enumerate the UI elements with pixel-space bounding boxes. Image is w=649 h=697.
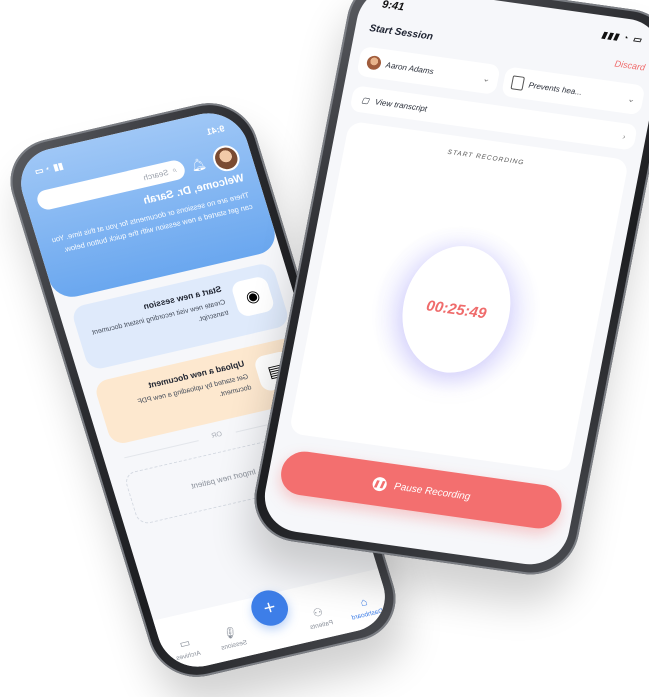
patient-avatar — [365, 54, 383, 71]
avatar[interactable] — [209, 142, 243, 174]
chevron-right-icon: › — [622, 131, 627, 141]
nav-label: Sessions — [220, 639, 249, 652]
people-icon: ⚇ — [311, 606, 325, 621]
chat-icon: ▢ — [360, 94, 371, 105]
nav-archives[interactable]: ▭ Archives — [163, 633, 209, 664]
nav-label: Dashboard — [350, 607, 385, 622]
status-time: 9:41 — [205, 123, 226, 137]
add-fab-button[interactable]: + — [246, 586, 293, 630]
transcript-label: View transcript — [374, 96, 428, 114]
search-icon: ⌕ — [170, 165, 178, 175]
status-time: 9:41 — [381, 0, 406, 14]
nav-dashboard[interactable]: ⌂ Dashboard — [343, 592, 389, 622]
waveform-icon: ◉ — [230, 275, 276, 318]
nav-label: Archives — [175, 649, 202, 663]
archive-icon: ▭ — [178, 637, 192, 651]
chevron-down-icon: ⌄ — [481, 72, 492, 84]
home-icon: ⌂ — [358, 596, 369, 610]
recording-screen: 9:41 ▮▮▮ ◔ ▭ Start Session Discard Aaron… — [258, 0, 649, 570]
stage: 9:41 ▮▮ ◔ ▭ 🔔︎ ⌕ Search Welcome, Dr. Sar… — [0, 0, 649, 697]
recording-panel: START RECORDING 00:25:49 — [288, 120, 630, 473]
document-icon — [510, 75, 526, 91]
search-placeholder: Search — [142, 167, 170, 182]
discard-button[interactable]: Discard — [614, 58, 646, 72]
import-label: Import new patient — [189, 466, 257, 491]
signal-icon: ▮▮ ◔ ▭ — [33, 160, 65, 177]
signal-icon: ▮▮▮ ◔ ▭ — [600, 29, 644, 45]
patient-name: Aaron Adams — [384, 60, 435, 76]
bell-icon[interactable]: 🔔︎ — [189, 156, 208, 173]
nav-sessions[interactable]: 🎙︎ Sessions — [209, 622, 255, 653]
recording-phone: 9:41 ▮▮▮ ◔ ▭ Start Session Discard Aaron… — [246, 0, 649, 581]
bottom-nav: ⌂ Dashboard ⚇ Patients + 🎙︎ Sessions ▭ A… — [153, 568, 395, 675]
pause-label: Pause Recording — [393, 480, 472, 503]
nav-label: Patients — [309, 619, 335, 632]
nav-patients[interactable]: ⚇ Patients — [297, 602, 343, 633]
chevron-down-icon: ⌄ — [626, 93, 636, 104]
note-label: Prevents hea... — [527, 80, 583, 97]
page-title: Start Session — [368, 22, 434, 43]
mic-icon: 🎙︎ — [222, 626, 240, 641]
pause-icon: ❚❚ — [371, 476, 388, 492]
